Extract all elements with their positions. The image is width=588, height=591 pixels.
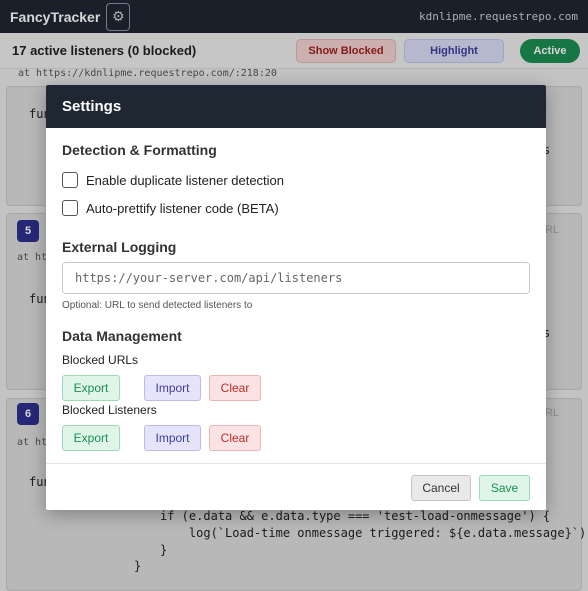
modal-footer: Cancel Save (46, 463, 546, 510)
section-title-logging: External Logging (62, 239, 177, 255)
settings-modal: Settings Detection & Formatting Enable d… (46, 85, 546, 510)
blocked-urls-label: Blocked URLs (62, 353, 139, 367)
export-blocked-listeners-button[interactable]: Export (62, 425, 120, 451)
section-title-data: Data Management (62, 328, 182, 344)
auto-prettify-checkbox[interactable] (62, 200, 78, 216)
blocked-listeners-label: Blocked Listeners (62, 403, 157, 417)
logging-url-hint: Optional: URL to send detected listeners… (62, 300, 253, 311)
clear-blocked-listeners-button[interactable]: Clear (209, 425, 261, 451)
modal-title: Settings (62, 98, 122, 115)
save-button[interactable]: Save (479, 475, 530, 501)
duplicate-detection-label: Enable duplicate listener detection (86, 172, 285, 188)
blocked-urls-actions: Export Import Clear (62, 375, 272, 401)
auto-prettify-option[interactable]: Auto-prettify listener code (BETA) (62, 200, 279, 216)
logging-url-input[interactable] (62, 262, 530, 294)
duplicate-detection-option[interactable]: Enable duplicate listener detection (62, 172, 284, 188)
modal-body: Detection & Formatting Enable duplicate … (46, 128, 546, 463)
export-blocked-urls-button[interactable]: Export (62, 375, 120, 401)
duplicate-detection-checkbox[interactable] (62, 172, 78, 188)
section-title-detection: Detection & Formatting (62, 142, 217, 158)
auto-prettify-label: Auto-prettify listener code (BETA) (86, 200, 279, 216)
import-blocked-listeners-button[interactable]: Import (144, 425, 201, 451)
clear-blocked-urls-button[interactable]: Clear (209, 375, 261, 401)
cancel-button[interactable]: Cancel (411, 475, 471, 501)
import-blocked-urls-button[interactable]: Import (144, 375, 201, 401)
blocked-listeners-actions: Export Import Clear (62, 425, 272, 451)
modal-header: Settings (46, 85, 546, 128)
